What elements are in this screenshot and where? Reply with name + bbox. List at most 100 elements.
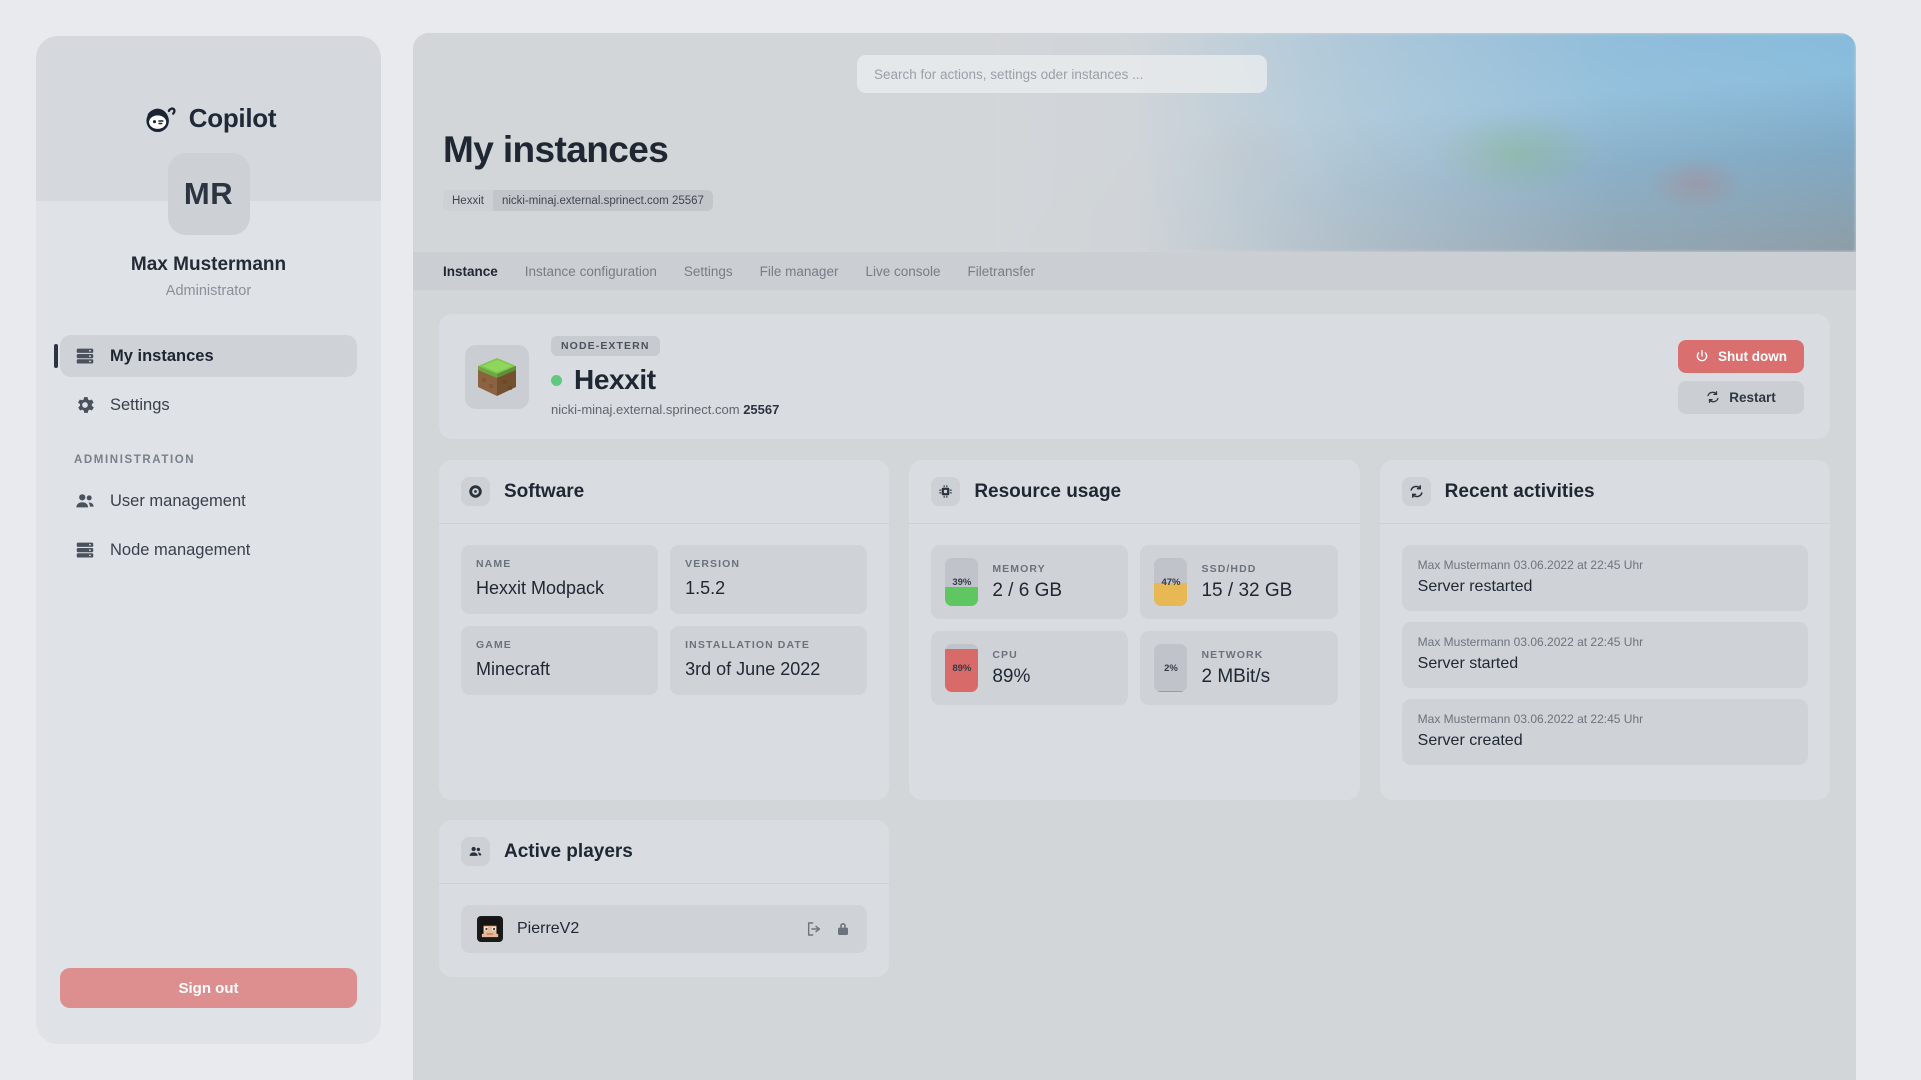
sidebar-item-settings[interactable]: Settings — [60, 384, 357, 426]
breadcrumb-instance[interactable]: Hexxit — [443, 190, 493, 211]
instance-port: 25567 — [743, 402, 780, 417]
gear-icon — [74, 394, 96, 416]
metric-value: 15 / 32 GB — [1201, 579, 1293, 601]
active-players-card-header: Active players — [439, 820, 890, 884]
restart-label: Restart — [1729, 389, 1776, 405]
restart-button[interactable]: Restart — [1678, 380, 1804, 414]
instance-title-row: Hexxit — [551, 364, 1656, 396]
shut-down-label: Shut down — [1718, 348, 1787, 364]
recent-activities-card-header: Recent activities — [1379, 460, 1830, 524]
player-name: PierreV2 — [517, 920, 580, 937]
status-dot-online — [551, 374, 562, 386]
cpu-gauge: 89% — [945, 644, 979, 692]
server-stack-icon — [74, 539, 96, 561]
sidebar-item-label: Node management — [110, 540, 251, 559]
resource-metrics: 39% MEMORY 2 / 6 GB 47% SSD/HDD 15 / 32 … — [931, 545, 1338, 705]
network-gauge: 2% — [1154, 644, 1188, 692]
software-field-name: NAME Hexxit Modpack — [461, 545, 659, 614]
shut-down-button[interactable]: Shut down — [1678, 339, 1804, 373]
lock-icon[interactable] — [835, 921, 851, 937]
field-label: VERSION — [685, 558, 741, 570]
kick-arrow-icon[interactable] — [806, 921, 822, 937]
player-actions — [806, 921, 851, 937]
software-field-game: GAME Minecraft — [461, 626, 659, 695]
activity-item[interactable]: Max Mustermann 03.06.2022 at 22:45 Uhr S… — [1401, 545, 1808, 611]
software-card: Software NAME Hexxit Modpack VERSION 1.5… — [439, 460, 890, 800]
refresh-icon — [1401, 477, 1431, 506]
gauge-percent: 89% — [952, 662, 972, 674]
sidebar-item-label: Settings — [110, 395, 170, 414]
metric-value: 89% — [992, 665, 1031, 687]
gauge-percent: 2% — [1164, 662, 1178, 674]
metric-value: 2 / 6 GB — [992, 579, 1063, 601]
active-players-card: Active players PierreV2 — [439, 820, 890, 977]
power-icon — [1695, 349, 1709, 363]
sidebar-item-my-instances[interactable]: My instances — [54, 335, 357, 377]
brand-name: Copilot — [188, 103, 277, 133]
instance-host: nicki-minaj.external.sprinect.com — [551, 402, 740, 417]
tab-file-manager[interactable]: File manager — [760, 264, 839, 279]
metric-text: SSD/HDD 15 / 32 GB — [1201, 563, 1292, 602]
metric-cpu: 89% CPU 89% — [931, 631, 1129, 705]
metric-memory: 39% MEMORY 2 / 6 GB — [931, 545, 1129, 619]
sidebar-nav: My instances Settings ADMINISTRATION Use… — [36, 335, 381, 968]
copilot-robot-logo-icon — [141, 101, 177, 137]
software-field-version: VERSION 1.5.2 — [670, 545, 868, 614]
activity-text: Server started — [1417, 655, 1519, 672]
tab-bar: Instance Instance configuration Settings… — [413, 252, 1856, 290]
tab-settings[interactable]: Settings — [684, 264, 733, 279]
instance-address: nicki-minaj.external.sprinect.com 25567 — [551, 402, 1656, 417]
sidebar-item-user-management[interactable]: User management — [60, 480, 357, 522]
users-icon — [461, 837, 490, 866]
activity-meta: Max Mustermann 03.06.2022 at 22:45 Uhr — [1417, 635, 1644, 649]
activity-meta: Max Mustermann 03.06.2022 at 22:45 Uhr — [1417, 558, 1644, 572]
user-name: Max Mustermann — [130, 254, 287, 275]
recent-activities-card-title: Recent activities — [1444, 480, 1595, 502]
main-panel: My instances Hexxit nicki-minaj.external… — [413, 33, 1856, 1080]
tab-instance-configuration[interactable]: Instance configuration — [525, 264, 657, 279]
sign-out-button[interactable]: Sign out — [60, 968, 357, 1008]
server-stack-icon — [74, 345, 96, 367]
field-label: INSTALLATION DATE — [685, 639, 811, 651]
ssd-hdd-gauge: 47% — [1154, 558, 1188, 606]
search-input[interactable] — [857, 55, 1267, 93]
node-badge: NODE-EXTERN — [551, 336, 660, 356]
instance-name: Hexxit — [574, 364, 656, 395]
refresh-icon — [1706, 390, 1720, 404]
sidebar-item-label: User management — [110, 491, 246, 510]
field-value: 3rd of June 2022 — [685, 659, 821, 679]
software-card-header: Software — [439, 460, 890, 524]
player-avatar — [477, 916, 503, 942]
resource-usage-card-body: 39% MEMORY 2 / 6 GB 47% SSD/HDD 15 / 32 … — [909, 524, 1359, 776]
activity-text: Server created — [1417, 732, 1523, 749]
brand[interactable]: Copilot — [141, 101, 277, 137]
breadcrumb-host[interactable]: nicki-minaj.external.sprinect.com 25567 — [492, 190, 713, 211]
tab-filetransfer[interactable]: Filetransfer — [968, 264, 1036, 279]
field-value: Hexxit Modpack — [476, 578, 605, 598]
sidebar-item-node-management[interactable]: Node management — [60, 529, 357, 571]
recent-activities-card: Recent activities Max Mustermann 03.06.2… — [1379, 460, 1830, 800]
sidebar-item-label: My instances — [110, 346, 214, 365]
active-players-card-title: Active players — [504, 840, 633, 862]
hero: My instances Hexxit nicki-minaj.external… — [413, 33, 1856, 252]
activity-meta: Max Mustermann 03.06.2022 at 22:45 Uhr — [1417, 712, 1644, 726]
field-value: Minecraft — [476, 659, 551, 679]
metric-ssd-hdd: 47% SSD/HDD 15 / 32 GB — [1140, 545, 1338, 619]
instance-info: NODE-EXTERN Hexxit nicki-minaj.external.… — [551, 336, 1656, 417]
metric-value: 2 MBit/s — [1201, 665, 1271, 687]
avatar[interactable]: MR — [167, 153, 250, 235]
metric-label: MEMORY — [992, 562, 1046, 575]
software-card-body: NAME Hexxit Modpack VERSION 1.5.2 GAME M… — [439, 524, 889, 776]
users-icon — [74, 490, 96, 512]
gauge-percent: 47% — [1161, 576, 1181, 588]
activity-item[interactable]: Max Mustermann 03.06.2022 at 22:45 Uhr S… — [1401, 622, 1808, 688]
active-players-card-body: PierreV2 — [439, 884, 889, 977]
tab-live-console[interactable]: Live console — [865, 264, 940, 279]
metric-text: MEMORY 2 / 6 GB — [992, 563, 1062, 602]
instance-actions: Shut down Restart — [1678, 339, 1804, 414]
activity-item[interactable]: Max Mustermann 03.06.2022 at 22:45 Uhr S… — [1401, 699, 1808, 765]
minecraft-grass-block-icon — [465, 344, 529, 409]
tab-instance[interactable]: Instance — [443, 264, 498, 279]
metric-label: NETWORK — [1201, 648, 1264, 661]
user-role: Administrator — [165, 283, 252, 299]
